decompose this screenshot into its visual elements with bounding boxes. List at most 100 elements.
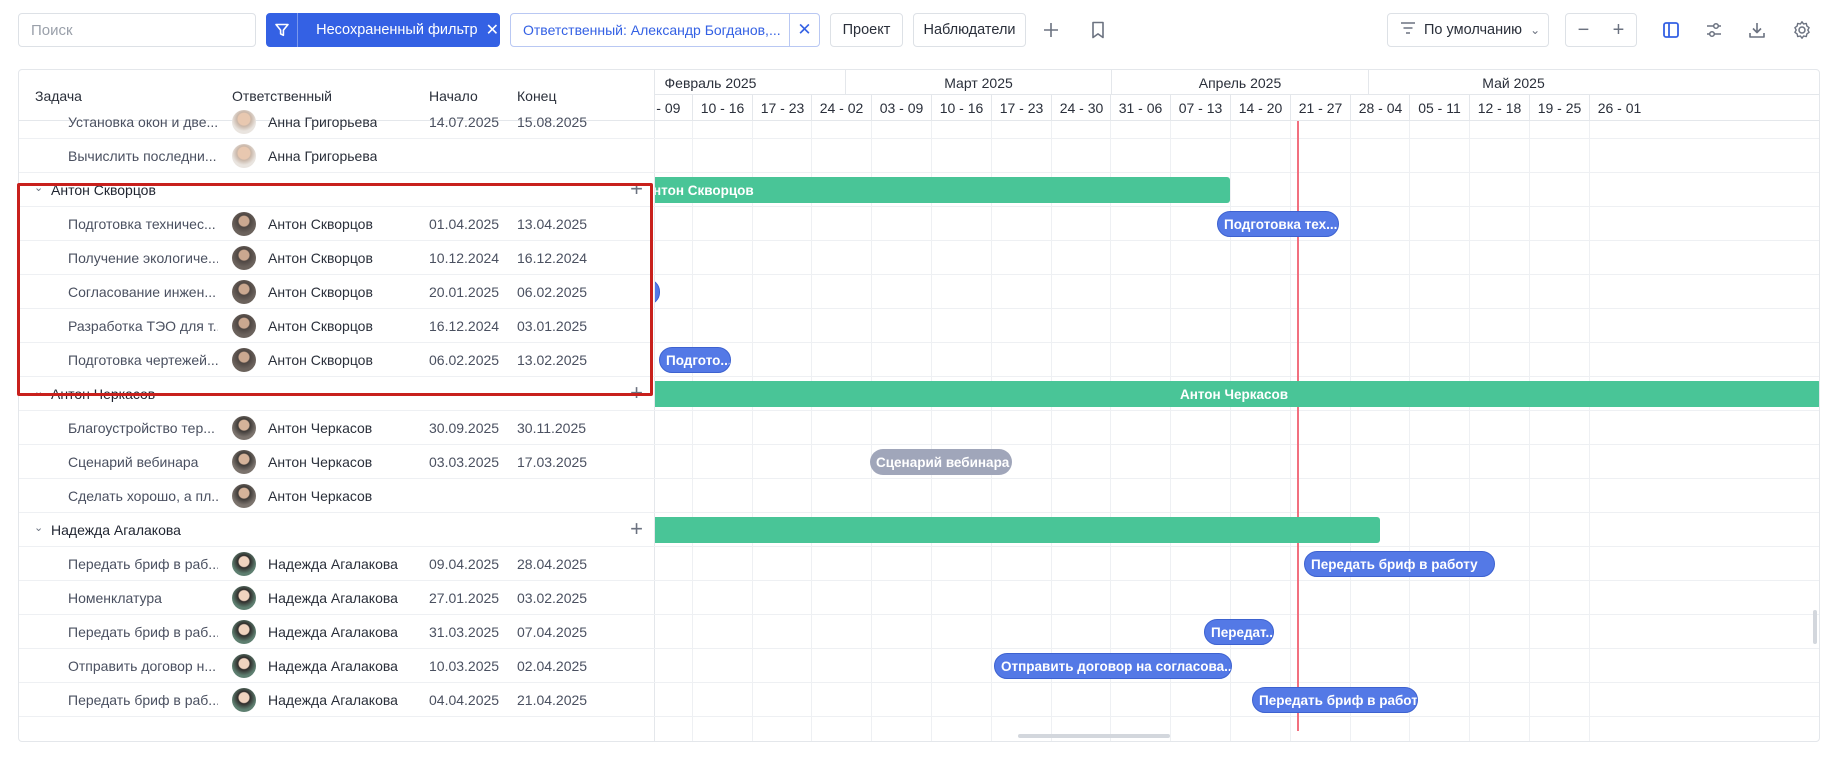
avatar	[232, 552, 256, 576]
group-row[interactable]: ⌄ Надежда Агалакова +	[19, 513, 655, 547]
table-row[interactable]: Вычислить последни... Анна Григорьева	[19, 139, 655, 173]
week-label: 24 - 30	[1051, 95, 1111, 121]
task-bar[interactable]: Передать бриф в работу	[1304, 551, 1495, 577]
column-responsible-header[interactable]: Ответственный	[232, 88, 332, 104]
task-bar[interactable]: Сценарий вебинара	[870, 449, 1012, 475]
project-label: Проект	[842, 22, 891, 38]
table-row[interactable]: Передать бриф в раб... Надежда Агалакова 3…	[19, 615, 655, 649]
table-row[interactable]: Согласование инжен... Антон Скворцов 20.01…	[19, 275, 655, 309]
column-end-header[interactable]: Конец	[517, 88, 556, 104]
table-row[interactable]: Разработка ТЭО для т... Антон Скворцов 16.…	[19, 309, 655, 343]
avatar	[232, 246, 256, 270]
zoom-out-icon[interactable]: −	[1566, 13, 1601, 47]
table-row[interactable]: Сценарий вебинара Антон Черкасов 03.03.202…	[19, 445, 655, 479]
avatar	[232, 314, 256, 338]
group-row[interactable]: ⌄ Антон Скворцов +	[19, 173, 655, 207]
group-bar[interactable]: Антон Черкасов	[655, 381, 1819, 407]
avatar	[232, 484, 256, 508]
gear-icon[interactable]	[1785, 13, 1819, 47]
add-task-icon[interactable]: +	[630, 380, 643, 406]
responsible-filter-chip[interactable]: Ответственный: Александр Богданов,... ✕	[510, 13, 820, 47]
download-icon[interactable]	[1740, 13, 1774, 47]
task-bar[interactable]: Передат...	[1204, 619, 1274, 645]
panel-toggle-icon[interactable]	[1654, 13, 1688, 47]
end-date: 13.02.2025	[517, 352, 588, 368]
task-bar[interactable]: Отправить договор на согласова...	[994, 653, 1232, 679]
row-gridline	[655, 716, 1819, 717]
group-row[interactable]: ⌄ Антон Черкасов +	[19, 377, 655, 411]
chevron-down-icon: ⌄	[1530, 23, 1541, 37]
week-label: 17 - 23	[991, 95, 1051, 121]
zoom-in-icon[interactable]: +	[1601, 13, 1636, 47]
task-name: Сделать хорошо, а пл...	[68, 488, 218, 504]
task-bar[interactable]	[655, 279, 660, 305]
add-task-icon[interactable]: +	[630, 176, 643, 202]
task-name: Разработка ТЭО для т...	[68, 318, 218, 334]
vertical-scrollbar[interactable]	[1813, 610, 1817, 644]
start-date: 06.02.2025	[429, 352, 500, 368]
responsible-name: Антон Скворцов	[268, 284, 373, 300]
remove-responsible-filter-icon[interactable]: ✕	[789, 13, 819, 47]
task-bar[interactable]: Передать бриф в работу	[1252, 687, 1418, 713]
search-input[interactable]: Поиск	[18, 13, 256, 47]
task-name: Номенклатура	[68, 590, 162, 606]
zoom-controls: − +	[1565, 13, 1637, 47]
table-row[interactable]: Передать бриф в раб... Надежда Агалакова 0…	[19, 683, 655, 717]
responsible-name: Антон Скворцов	[268, 250, 373, 266]
row-gridline	[655, 342, 1819, 343]
add-filter-icon[interactable]	[1034, 13, 1068, 47]
month-label: Февраль 2025	[655, 70, 845, 95]
chevron-down-icon[interactable]: ⌄	[34, 521, 43, 534]
group-bar[interactable]: нтон Скворцов	[655, 177, 1230, 203]
week-label: 10 - 16	[931, 95, 991, 121]
table-row[interactable]: Отправить договор н... Надежда Агалакова 1…	[19, 649, 655, 683]
chevron-down-icon[interactable]: ⌄	[34, 385, 43, 398]
table-row[interactable]: Номенклатура Надежда Агалакова 27.01.2025 0…	[19, 581, 655, 615]
task-name: Передать бриф в раб...	[68, 692, 218, 708]
row-gridline	[655, 648, 1819, 649]
week-label: 05 - 11	[1409, 95, 1469, 121]
table-row[interactable]: Получение экологиче... Антон Скворцов 10.1…	[19, 241, 655, 275]
add-task-icon[interactable]: +	[630, 516, 643, 542]
table-row[interactable]: Сделать хорошо, а пл... Антон Черкасов	[19, 479, 655, 513]
responsible-filter-label: Ответственный: Александр Богданов,...	[523, 22, 781, 38]
column-task-header[interactable]: Задача	[35, 88, 82, 104]
sort-select[interactable]: По умолчанию ⌄	[1387, 13, 1549, 47]
row-gridline	[655, 376, 1819, 377]
observers-button[interactable]: Наблюдатели	[913, 13, 1026, 47]
chevron-down-icon[interactable]: ⌄	[34, 181, 43, 194]
week-label: 26 - 01	[1589, 95, 1649, 121]
week-label: 24 - 02	[811, 95, 871, 121]
row-gridline	[655, 308, 1819, 309]
end-date: 06.02.2025	[517, 284, 588, 300]
column-start-header[interactable]: Начало	[429, 88, 478, 104]
end-date: 16.12.2024	[517, 250, 588, 266]
task-name: Сценарий вебинара	[68, 454, 199, 470]
row-gridline	[655, 240, 1819, 241]
week-label: 17 - 23	[752, 95, 812, 121]
gantt-chart: Февраль 2025 Март 2025 Апрель 2025 Май 2025…	[655, 70, 1819, 741]
table-row[interactable]: Подготовка техничес... Антон Скворцов 01.0…	[19, 207, 655, 241]
project-button[interactable]: Проект	[830, 13, 903, 47]
start-date: 09.04.2025	[429, 556, 500, 572]
group-bar[interactable]	[655, 517, 1380, 543]
filter-button[interactable]: Несохраненный фильтр ✕	[266, 13, 500, 47]
task-name: Согласование инжен...	[68, 284, 216, 300]
table-row[interactable]: Передать бриф в раб... Надежда Агалакова 0…	[19, 547, 655, 581]
bookmark-icon[interactable]	[1081, 13, 1115, 47]
table-row[interactable]: Подготовка чертежей... Антон Скворцов 06.0…	[19, 343, 655, 377]
task-bar[interactable]: Подготовка тех...	[1217, 211, 1339, 237]
task-bar[interactable]: Подгото...	[659, 347, 731, 373]
horizontal-scrollbar[interactable]	[1018, 734, 1170, 738]
responsible-name: Антон Черкасов	[268, 488, 373, 504]
table-row[interactable]: Установка окон и две... Анна Григорьева 14…	[19, 105, 655, 139]
search-placeholder: Поиск	[31, 21, 73, 39]
table-row[interactable]: Благоустройство тер... Антон Черкасов 30.0…	[19, 411, 655, 445]
avatar	[232, 144, 256, 168]
group-name: Антон Скворцов	[51, 182, 156, 198]
settings-sliders-icon[interactable]	[1697, 13, 1731, 47]
row-gridline	[655, 682, 1819, 683]
task-name: Установка окон и две...	[68, 114, 218, 130]
end-date: 17.03.2025	[517, 454, 588, 470]
clear-filter-icon[interactable]: ✕	[486, 20, 499, 40]
